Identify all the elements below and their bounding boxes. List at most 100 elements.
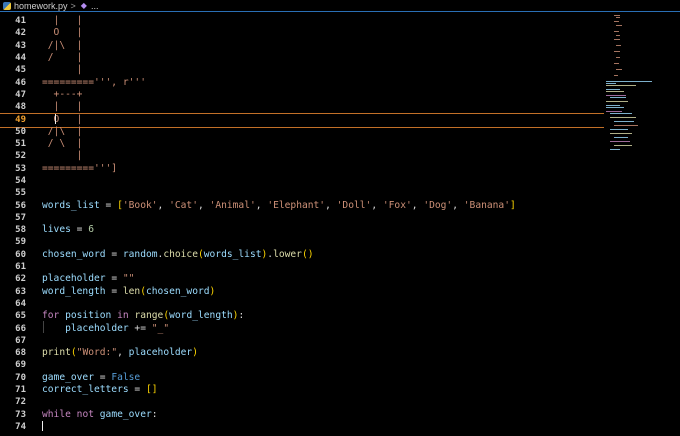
code-line[interactable]: 61 [0,261,604,273]
code-text[interactable]: lives = 6 [42,224,94,236]
code-text[interactable]: placeholder = "" [42,273,134,285]
code-text[interactable]: +---+ [42,89,83,101]
code-line[interactable]: 74 [0,420,604,433]
text-cursor [42,420,43,431]
code-token: ) [192,347,198,359]
code-token: 'Fox' [382,199,412,211]
code-line[interactable]: 53 ========='''] [0,163,604,175]
code-text[interactable]: / \ | [42,138,83,150]
code-line[interactable]: 51 / \ | [0,138,604,150]
code-text[interactable]: | [42,150,83,162]
code-token: O | [42,114,83,126]
code-token: / \ | [42,138,83,149]
code-text[interactable]: =========''', r''' [42,77,146,89]
breadcrumb-symbol[interactable]: ... [91,1,99,11]
code-editor[interactable]: 41 | | 42 O | 43 /|\ | 44 / | 45 | 46 ========… [0,13,604,436]
code-line[interactable]: 44 / | [0,52,604,64]
code-line[interactable]: 57 [0,212,604,224]
code-line[interactable]: 73 while not game_over: [0,409,604,421]
code-line[interactable]: 67 [0,335,604,347]
code-token: for [42,310,60,322]
line-number: 70 [15,372,26,383]
code-line[interactable]: 59 [0,236,604,248]
code-text[interactable]: /|\ | [42,40,83,52]
minimap-line [610,113,632,114]
breadcrumb-file[interactable]: homework.py [14,1,68,11]
code-line[interactable]: 63 word_length = len(chosen_word) [0,286,604,298]
code-line[interactable]: 48 | | [0,101,604,113]
code-token: words_list [42,199,100,211]
code-text[interactable]: while not game_over: [42,409,158,421]
code-token: ) [209,285,216,297]
code-text[interactable]: O | [42,27,83,39]
code-line[interactable]: 43 /|\ | [0,40,604,52]
minimap-line [610,97,626,98]
minimap-line [616,45,621,46]
code-token: word_length [42,285,106,297]
code-text[interactable]: ========='''] [42,163,117,175]
code-line[interactable]: 70 game_over = False [0,372,604,384]
minimap[interactable] [604,13,680,436]
code-text[interactable]: chosen_word = random.choice(words_list).… [42,249,314,261]
code-token: = [93,371,112,383]
code-token: O | [42,27,83,39]
code-line[interactable]: 66 placeholder += "_" [0,323,604,335]
code-text[interactable]: words_list = ['Book', 'Cat', 'Animal', '… [42,200,516,212]
code-token: in [117,310,129,322]
code-token: = [128,384,146,395]
code-line[interactable]: 56 words_list = ['Book', 'Cat', 'Animal',… [0,200,604,212]
line-number: 69 [15,360,26,371]
code-line[interactable]: 60 chosen_word = random.choice(words_list… [0,249,604,261]
code-line[interactable]: 64 [0,298,604,310]
line-number: 53 [15,163,26,174]
code-line[interactable]: 46 =========''', r''' [0,77,604,89]
code-token: 'Banana' [463,199,510,211]
minimap-line [606,81,652,82]
code-line[interactable]: 72 [0,396,604,408]
code-line[interactable]: 58 lives = 6 [0,224,604,236]
code-text[interactable]: print("Word:", placeholder) [42,347,198,359]
minimap-line [614,21,619,22]
code-text[interactable]: placeholder += "_" [42,323,169,335]
code-line[interactable]: 55 [0,187,604,199]
code-line[interactable]: 71 correct_letters = [] [0,384,604,396]
code-token: = [105,273,123,285]
code-text[interactable]: | | [42,101,83,113]
code-text[interactable]: / | [42,52,83,64]
code-line[interactable]: 62 placeholder = "" [0,273,604,285]
code-line[interactable]: 50 /|\ | [0,126,604,138]
code-line[interactable]: 69 [0,359,604,371]
code-line[interactable]: 45 | [0,64,604,76]
code-text[interactable]: word_length = len(chosen_word) [42,286,215,298]
code-line[interactable]: 52 | [0,150,604,162]
minimap-line [614,145,632,146]
code-text[interactable] [42,420,43,433]
code-line[interactable]: 41 | | [0,15,604,27]
code-text[interactable]: correct_letters = [] [42,384,158,396]
line-number: 55 [15,188,26,199]
code-line[interactable]: 42 O | [0,27,604,39]
code-token: 'Dog' [423,199,453,211]
minimap-line [606,95,626,96]
code-token: range [134,310,164,322]
code-token: False [111,371,141,383]
breadcrumb-separator: > [70,0,76,11]
code-text[interactable]: | [42,64,83,76]
line-number: 67 [15,335,26,346]
code-text[interactable]: game_over = False [42,372,140,384]
code-token: = [105,285,123,297]
python-file-icon [3,1,11,10]
code-line[interactable]: 65 for position in range(word_length): [0,310,604,322]
code-token: choice [163,248,198,260]
code-line[interactable]: 68 print("Word:", placeholder) [0,347,604,359]
code-text[interactable]: /|\ | [42,126,83,138]
code-line[interactable]: 54 [0,175,604,187]
minimap-line [614,63,619,64]
code-text[interactable]: | | [42,15,83,27]
code-token: "" [122,273,135,285]
line-number: 73 [15,409,26,420]
code-line[interactable]: 47 +---+ [0,89,604,101]
minimap-line [610,133,632,134]
code-text[interactable]: for position in range(word_length): [42,310,244,322]
